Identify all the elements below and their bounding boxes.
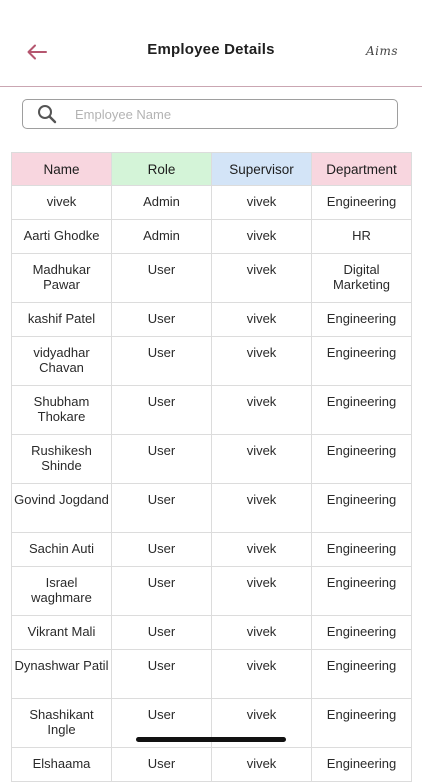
- cell-role: User: [111, 483, 212, 533]
- cell-name: Dynashwar Patil: [11, 649, 112, 699]
- cell-name: Sachin Auti: [11, 532, 112, 567]
- cell-supervisor: vivek: [211, 434, 312, 484]
- cell-name: Israel waghmare: [11, 566, 112, 616]
- column-header-department[interactable]: Department: [311, 152, 412, 186]
- table-row[interactable]: Govind Jogdand User vivek Engineering: [11, 483, 412, 533]
- cell-supervisor: vivek: [211, 219, 312, 254]
- column-header-role[interactable]: Role: [111, 152, 212, 186]
- cell-department: Engineering: [311, 698, 412, 748]
- cell-supervisor: vivek: [211, 385, 312, 435]
- page-title: Employee Details: [147, 41, 275, 58]
- cell-role: Admin: [111, 185, 212, 220]
- column-header-name[interactable]: Name: [11, 152, 112, 186]
- cell-role: User: [111, 336, 212, 386]
- cell-name: vivek: [11, 185, 112, 220]
- employee-search-input[interactable]: [73, 105, 377, 123]
- cell-department: Engineering: [311, 566, 412, 616]
- cell-supervisor: vivek: [211, 483, 312, 533]
- cell-name: Madhukar Pawar: [11, 253, 112, 303]
- cell-role: User: [111, 615, 212, 650]
- aims-logo: Aims: [365, 44, 398, 58]
- cell-role: User: [111, 253, 212, 303]
- cell-department: Engineering: [311, 434, 412, 484]
- cell-role: User: [111, 385, 212, 435]
- table-row[interactable]: Rushikesh Shinde User vivek Engineering: [11, 434, 412, 484]
- table-row[interactable]: Aarti Ghodke Admin vivek HR: [11, 219, 412, 254]
- cell-role: User: [111, 532, 212, 567]
- cell-role: User: [111, 434, 212, 484]
- table-row[interactable]: vivek Admin vivek Engineering: [11, 185, 412, 220]
- home-indicator[interactable]: [136, 737, 286, 742]
- cell-name: Shashikant Ingle: [11, 698, 112, 748]
- table-row[interactable]: Elshaama User vivek Engineering: [11, 747, 412, 782]
- cell-name: Aarti Ghodke: [11, 219, 112, 254]
- cell-role: User: [111, 747, 212, 782]
- cell-supervisor: vivek: [211, 649, 312, 699]
- cell-department: Engineering: [311, 649, 412, 699]
- cell-name: vidyadhar Chavan: [11, 336, 112, 386]
- cell-name: Elshaama: [11, 747, 112, 782]
- cell-role: User: [111, 302, 212, 337]
- cell-department: Digital Marketing: [311, 253, 412, 303]
- search-box[interactable]: [22, 99, 398, 129]
- cell-supervisor: vivek: [211, 615, 312, 650]
- cell-supervisor: vivek: [211, 336, 312, 386]
- cell-supervisor: vivek: [211, 747, 312, 782]
- cell-department: HR: [311, 219, 412, 254]
- search-icon: [35, 102, 59, 126]
- app-header: Employee Details Aims: [0, 0, 422, 87]
- cell-supervisor: vivek: [211, 185, 312, 220]
- cell-department: Engineering: [311, 483, 412, 533]
- cell-name: Vikrant Mali: [11, 615, 112, 650]
- table-row[interactable]: Israel waghmare User vivek Engineering: [11, 566, 412, 616]
- employee-table: Name Role Supervisor Department vivek Ad…: [11, 152, 412, 782]
- table-row[interactable]: Vikrant Mali User vivek Engineering: [11, 615, 412, 650]
- table-row[interactable]: Dynashwar Patil User vivek Engineering: [11, 649, 412, 699]
- cell-department: Engineering: [311, 532, 412, 567]
- cell-supervisor: vivek: [211, 566, 312, 616]
- cell-role: User: [111, 566, 212, 616]
- table-header-row: Name Role Supervisor Department: [11, 152, 412, 186]
- cell-role: User: [111, 649, 212, 699]
- column-header-supervisor[interactable]: Supervisor: [211, 152, 312, 186]
- cell-department: Engineering: [311, 747, 412, 782]
- table-row[interactable]: Madhukar Pawar User vivek Digital Market…: [11, 253, 412, 303]
- cell-supervisor: vivek: [211, 532, 312, 567]
- table-row[interactable]: kashif Patel User vivek Engineering: [11, 302, 412, 337]
- cell-role: Admin: [111, 219, 212, 254]
- table-row[interactable]: vidyadhar Chavan User vivek Engineering: [11, 336, 412, 386]
- cell-department: Engineering: [311, 185, 412, 220]
- table-row[interactable]: Sachin Auti User vivek Engineering: [11, 532, 412, 567]
- cell-department: Engineering: [311, 302, 412, 337]
- cell-name: kashif Patel: [11, 302, 112, 337]
- cell-name: Govind Jogdand: [11, 483, 112, 533]
- cell-department: Engineering: [311, 336, 412, 386]
- cell-department: Engineering: [311, 615, 412, 650]
- cell-name: Shubham Thokare: [11, 385, 112, 435]
- cell-supervisor: vivek: [211, 302, 312, 337]
- cell-supervisor: vivek: [211, 253, 312, 303]
- table-row[interactable]: Shubham Thokare User vivek Engineering: [11, 385, 412, 435]
- cell-department: Engineering: [311, 385, 412, 435]
- cell-name: Rushikesh Shinde: [11, 434, 112, 484]
